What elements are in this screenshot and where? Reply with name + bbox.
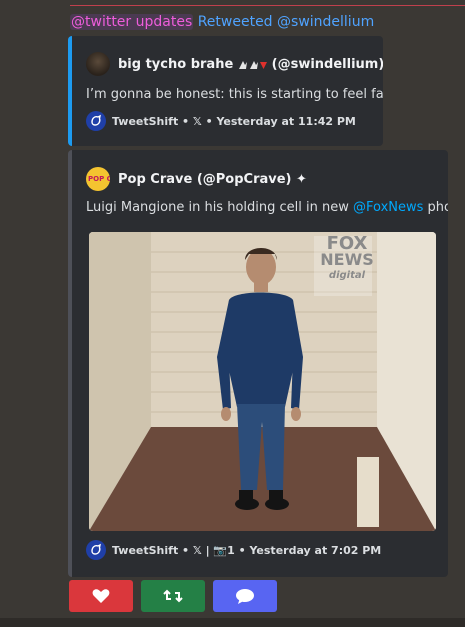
embed-footer: TweetShift • 𝕏 | 📷1 • Yesterday at 7:02 …	[86, 540, 381, 560]
bottom-bar	[0, 618, 465, 627]
retweet-button[interactable]	[141, 580, 205, 612]
author-avatar[interactable]: POP CRAVE	[86, 167, 110, 191]
embed-author-row: big tycho brahe (@swindellium)	[86, 52, 383, 76]
author-avatar[interactable]	[86, 52, 110, 76]
footer-text: TweetShift • 𝕏 • Yesterday at 11:42 PM	[112, 114, 356, 128]
heart-icon	[92, 589, 110, 603]
divider-line	[70, 5, 465, 6]
sparkle-icon: ✦	[296, 171, 307, 187]
retweet-embed: big tycho brahe (@swindellium) I’m gonna…	[68, 36, 383, 146]
tweet-embed: POP CRAVE Pop Crave (@PopCrave) ✦ Luigi …	[68, 150, 448, 577]
holding-cell-photo	[89, 232, 436, 531]
tweet-text: Luigi Mangione in his holding cell in ne…	[86, 200, 448, 215]
author-name[interactable]: big tycho brahe (@swindellium)	[118, 57, 383, 72]
tweetshift-icon	[86, 540, 106, 560]
tweetshift-icon	[86, 111, 106, 131]
fox-news-watermark: FOX NEWS digital	[320, 233, 374, 282]
speech-bubble-icon	[236, 589, 254, 604]
tweet-text: I’m gonna be honest: this is starting to…	[86, 87, 383, 102]
embed-footer: TweetShift • 𝕏 • Yesterday at 11:42 PM	[86, 111, 356, 131]
author-name[interactable]: Pop Crave (@PopCrave) ✦	[118, 172, 307, 187]
author-emoji-icons	[238, 58, 272, 71]
retweeted-label[interactable]: Retweeted @swindellium	[198, 14, 375, 30]
like-button[interactable]	[69, 580, 133, 612]
footer-text: TweetShift • 𝕏 | 📷1 • Yesterday at 7:02 …	[112, 543, 382, 557]
foxnews-link[interactable]: @FoxNews	[353, 200, 423, 215]
retweet-header: @twitter updates Retweeted @swindellium	[70, 13, 374, 31]
reply-button[interactable]	[213, 580, 277, 612]
retweet-icon	[163, 589, 183, 603]
mention-twitter-updates[interactable]: @twitter updates	[70, 14, 194, 30]
tweet-photo[interactable]: FOX NEWS digital	[89, 232, 436, 531]
embed-author-row: POP CRAVE Pop Crave (@PopCrave) ✦	[86, 167, 307, 191]
